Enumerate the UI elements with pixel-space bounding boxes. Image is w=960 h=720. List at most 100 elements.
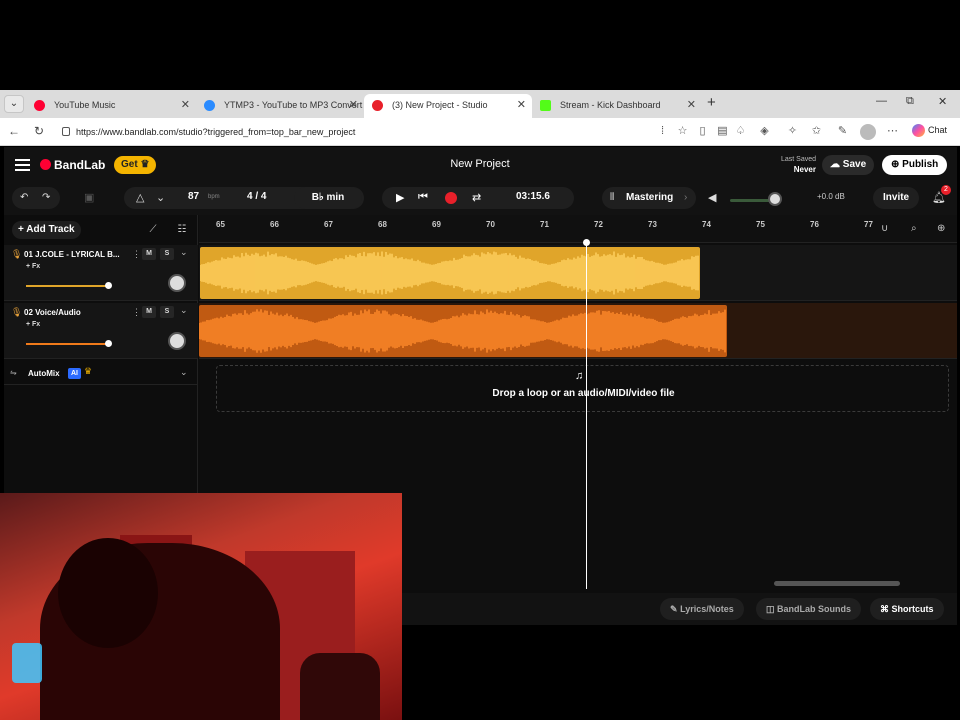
save-button[interactable]: ☁ Save <box>822 155 875 175</box>
track-header[interactable]: 🎙︎ 01 J.COLE - LYRICAL B... + Fx ⋮ M S ⌄ <box>4 245 198 301</box>
track-lane[interactable] <box>199 245 957 301</box>
track-volume-slider[interactable] <box>26 343 108 345</box>
profile-avatar[interactable] <box>860 124 876 140</box>
browser-tab-kick[interactable]: Stream - Kick Dashboard ✕ <box>532 94 702 118</box>
copilot-button[interactable]: Chat <box>912 124 947 137</box>
refresh-icon[interactable]: ↻ <box>34 124 44 138</box>
restore-icon[interactable]: ⧉ <box>906 95 914 108</box>
bandlab-logo[interactable]: BandLab <box>40 158 105 172</box>
invite-button[interactable]: Invite <box>873 187 920 209</box>
ruler-tick: 71 <box>540 220 549 229</box>
metronome-icon[interactable]: △ <box>136 191 144 204</box>
track-volume-slider[interactable] <box>26 285 108 287</box>
menu-icon[interactable] <box>15 159 30 171</box>
mute-button[interactable]: M <box>142 248 156 260</box>
undo-icon[interactable]: ↶ <box>20 187 28 209</box>
shortcuts-button[interactable]: ⌘ Shortcuts <box>870 598 944 620</box>
browser-tab-youtube-music[interactable]: YouTube Music ✕ <box>26 94 196 118</box>
horizontal-scrollbar[interactable] <box>774 581 900 586</box>
track-menu-icon[interactable]: ⋮ <box>132 307 141 318</box>
project-title[interactable]: New Project <box>404 158 556 170</box>
solo-button[interactable]: S <box>160 248 174 260</box>
favorites-icon[interactable]: ✩ <box>810 125 823 138</box>
extension-icon[interactable]: ◈ <box>758 125 771 138</box>
track-name[interactable]: 01 J.COLE - LYRICAL B... <box>24 250 124 259</box>
redo-icon[interactable]: ↷ <box>42 187 50 209</box>
close-tab-icon[interactable]: ✕ <box>349 98 358 111</box>
speaker-icon[interactable]: ◀ <box>708 191 716 204</box>
close-window-icon[interactable]: ✕ <box>938 95 947 108</box>
playhead[interactable] <box>586 241 587 589</box>
add-fx-button[interactable]: + Fx <box>26 321 40 328</box>
time-signature[interactable]: 4 / 4 <box>247 191 266 202</box>
volume-db: +0.0 dB <box>817 192 845 201</box>
mastering-label: Mastering <box>626 192 674 203</box>
new-tab-icon[interactable]: + <box>707 94 716 111</box>
tuner-icon[interactable]: ⟋ <box>145 222 161 238</box>
add-fx-button[interactable]: + Fx <box>26 263 40 270</box>
close-tab-icon[interactable]: ✕ <box>687 98 696 111</box>
browser-tab-bandlab[interactable]: (3) New Project - Studio ✕ <box>364 94 532 118</box>
publish-button[interactable]: ⊕ Publish <box>882 155 948 175</box>
tab-list-icon[interactable]: ⌄ <box>4 95 24 113</box>
track-lane[interactable] <box>199 303 957 359</box>
timeline-ruler[interactable]: 65 66 67 68 69 70 71 72 73 74 75 76 77 ∪… <box>199 215 957 243</box>
mute-button[interactable]: M <box>142 306 156 318</box>
settings-sliders-icon[interactable]: ☷ <box>174 222 190 238</box>
track-header[interactable]: 🎙︎ 02 Voice/Audio + Fx ⋮ M S ⌄ <box>4 303 198 359</box>
solo-button[interactable]: S <box>160 306 174 318</box>
chevron-down-icon[interactable]: ⌄ <box>180 367 188 378</box>
pan-knob[interactable] <box>168 332 186 350</box>
last-saved: Last Saved Never <box>764 155 816 176</box>
loop-region-icon[interactable]: ▣ <box>84 191 94 204</box>
add-track-button[interactable]: + Add Track <box>12 221 81 239</box>
zoom-out-icon[interactable]: ⌕ <box>911 223 917 234</box>
master-volume-knob[interactable] <box>768 192 782 206</box>
playhead-handle[interactable] <box>583 239 590 246</box>
zoom-in-icon[interactable]: ⊕ <box>937 223 945 234</box>
magnet-icon[interactable]: ∪ <box>881 223 888 234</box>
mastering-button[interactable]: ⫴ Mastering › <box>602 187 696 209</box>
key-selector[interactable]: B♭ min <box>294 187 362 209</box>
crown-icon: ♛ <box>84 366 93 376</box>
drop-zone[interactable]: ♫ Drop a loop or an audio/MIDI/video fil… <box>216 365 949 412</box>
loop-icon[interactable]: ⇄ <box>472 191 481 204</box>
minimize-icon[interactable]: — <box>876 95 887 107</box>
collections-icon[interactable]: ▤ <box>716 125 729 138</box>
chevron-down-icon[interactable]: ⌄ <box>180 247 188 258</box>
split-screen-icon[interactable]: ▯ <box>696 125 709 138</box>
cloud-icon: ☁ <box>830 159 840 170</box>
track-name[interactable]: 02 Voice/Audio <box>24 308 124 317</box>
ruler-tick: 75 <box>756 220 765 229</box>
lyrics-notes-button[interactable]: ✎ Lyrics/Notes <box>660 598 744 620</box>
track-menu-icon[interactable]: ⋮ <box>132 249 141 260</box>
notification-bell-icon[interactable]: ♤ <box>734 125 747 138</box>
more-menu-icon[interactable]: ⋯ <box>886 125 899 138</box>
extension-green-icon[interactable]: ✎ <box>836 125 849 138</box>
play-icon[interactable]: ▶ <box>396 191 404 204</box>
get-membership-button[interactable]: Get ♛ <box>114 156 157 174</box>
skip-back-icon[interactable]: ⏮ <box>418 191 428 204</box>
back-icon[interactable]: ← <box>8 124 20 138</box>
pan-knob[interactable] <box>168 274 186 292</box>
bandlab-sounds-button[interactable]: ◫ BandLab Sounds <box>756 598 862 620</box>
automix-row[interactable]: ⇋ AutoMix AI ♛ ⌄ <box>4 363 198 385</box>
mastering-icon: ⫴ <box>610 192 615 203</box>
youtube-music-icon <box>34 100 45 111</box>
extensions-puzzle-icon[interactable]: ✧ <box>786 125 799 138</box>
close-tab-icon[interactable]: ✕ <box>517 98 526 111</box>
chevron-down-icon[interactable]: ⌄ <box>180 305 188 316</box>
track-volume-handle[interactable] <box>105 282 112 289</box>
record-icon[interactable] <box>445 192 457 204</box>
track-volume-handle[interactable] <box>105 340 112 347</box>
audio-clip[interactable] <box>199 305 727 357</box>
chevron-right-icon: › <box>684 192 688 203</box>
favorite-star-icon[interactable]: ☆ <box>676 125 689 138</box>
reader-icon[interactable]: ⁞ <box>656 125 669 138</box>
close-tab-icon[interactable]: ✕ <box>181 98 190 111</box>
tempo-value[interactable]: 87 <box>188 191 199 202</box>
url-field[interactable]: https://www.bandlab.com/studio?triggered… <box>60 123 640 141</box>
browser-tab-ytmp3[interactable]: YTMP3 - YouTube to MP3 Convert ✕ <box>196 94 364 118</box>
metronome-dropdown-icon[interactable]: ⌄ <box>156 191 165 204</box>
audio-clip[interactable] <box>200 247 700 299</box>
